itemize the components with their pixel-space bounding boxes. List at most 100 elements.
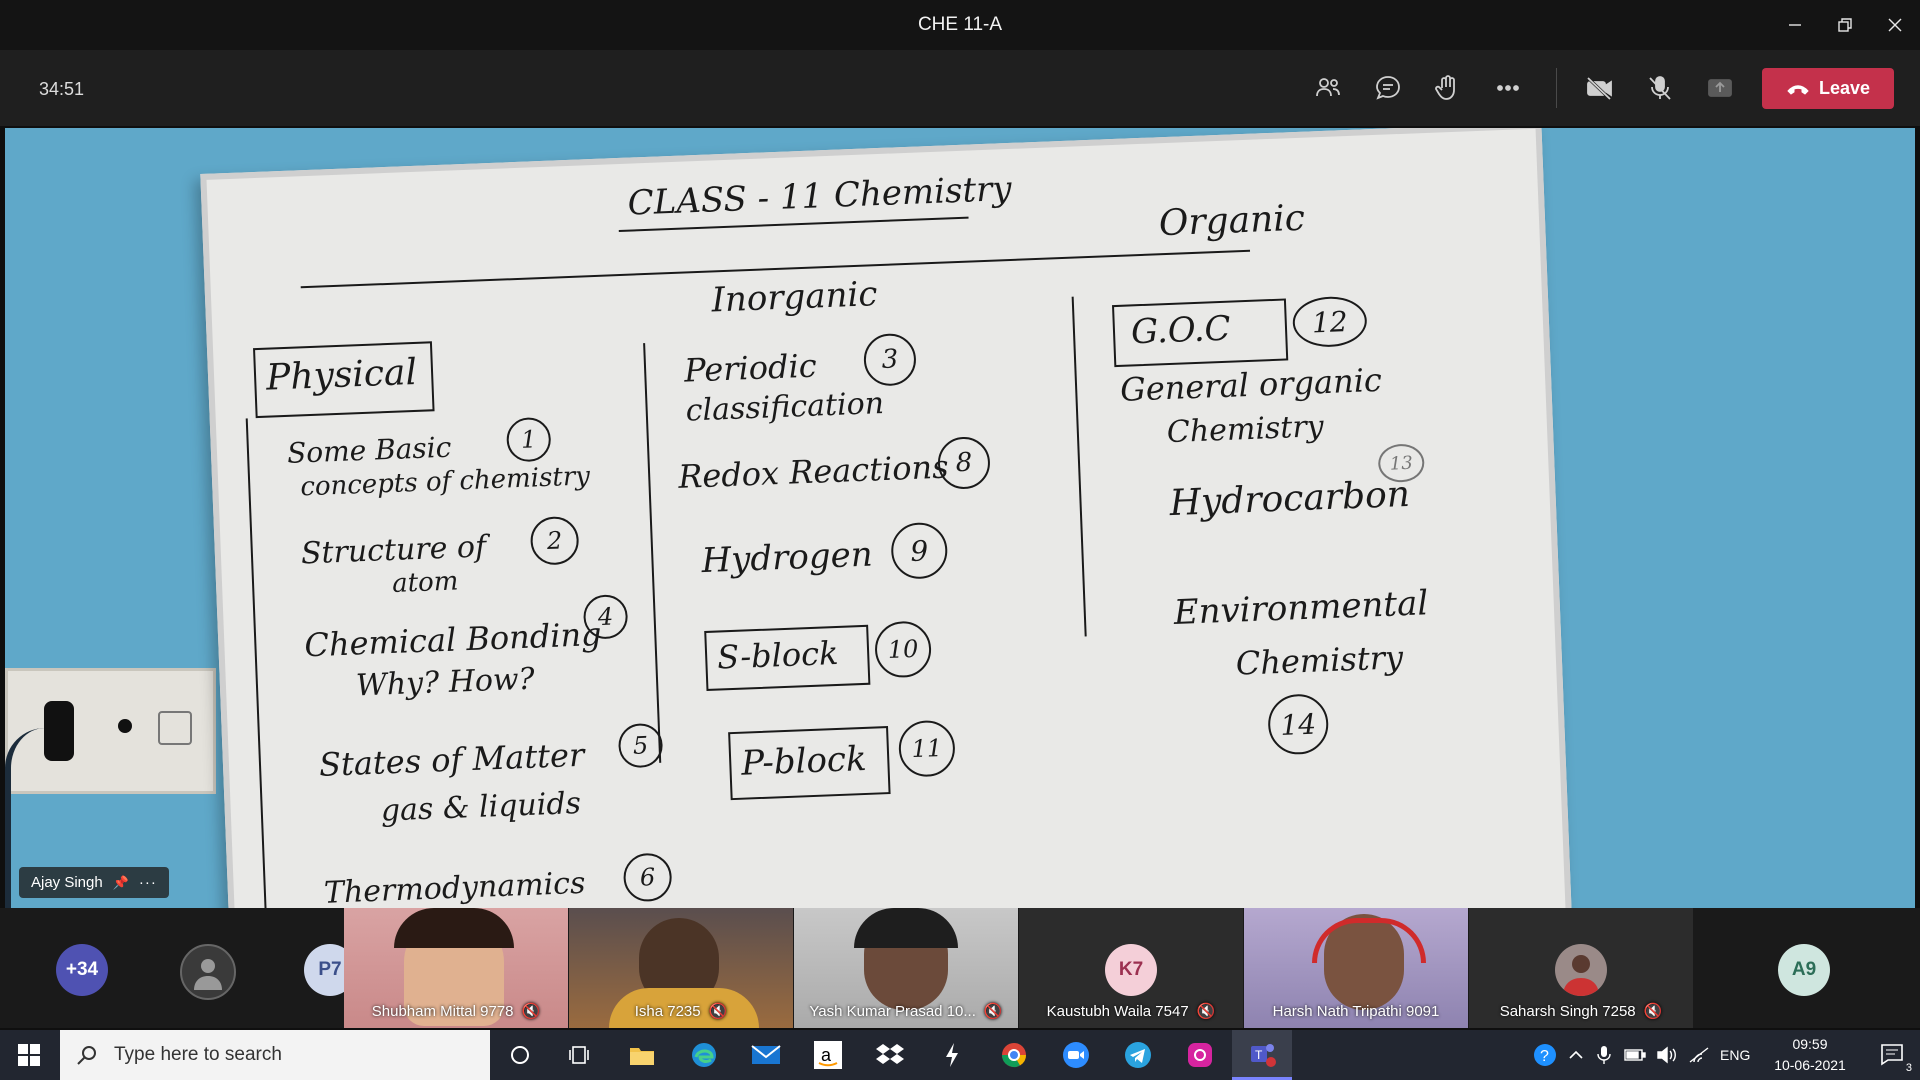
meeting-toolbar: 34:51 Leave (0, 50, 1920, 126)
cortana-icon (511, 1046, 529, 1064)
physical-ch2-cont: atom (391, 566, 459, 599)
organic-heading: Organic (1158, 197, 1306, 245)
amazon-button[interactable]: a (798, 1030, 858, 1080)
mic-toggle-button[interactable] (1638, 66, 1682, 110)
whiteboard: CLASS - 11 Chemistry Inorganic Organic P… (200, 128, 1572, 908)
participant-label: Isha 7235 🔇 (634, 1002, 728, 1021)
organic-ch1: G.O.C (1130, 308, 1232, 353)
leave-label: Leave (1818, 78, 1871, 98)
physical-ch3-cont: Why? How? (355, 661, 536, 704)
participant-tile[interactable]: K7 Kaustubh Waila 7547 🔇 (1019, 908, 1243, 1028)
participant-tile-video[interactable]: Harsh Nath Tripathi 9091 (1244, 908, 1468, 1028)
meeting-timer: 34:51 (39, 79, 85, 99)
physical-ch1: Some Basic (286, 430, 452, 470)
teams-button[interactable]: T (1232, 1030, 1292, 1080)
chapter-number-6: 6 (622, 852, 673, 903)
camera-off-icon (1586, 76, 1612, 101)
participant-tile[interactable]: A9 (1694, 908, 1920, 1028)
amazon-icon: a (814, 1041, 842, 1069)
chapter-number-1: 1 (505, 416, 552, 463)
mic-muted-icon: 🔇 (521, 1003, 541, 1020)
mic-muted-icon: 🔇 (1643, 1003, 1663, 1020)
speaker-name-tag[interactable]: Ajay Singh 📌 ··· (19, 867, 169, 898)
window-titlebar: CHE 11-A (0, 0, 1920, 50)
taskbar-clock[interactable]: 09:59 10-06-2021 (1760, 1034, 1860, 1076)
chat-icon (1376, 76, 1400, 100)
wifi-icon[interactable] (1688, 1046, 1710, 1064)
task-view-button[interactable] (550, 1030, 610, 1080)
participant-label: Kaustubh Waila 7547 🔇 (1046, 1002, 1216, 1021)
clock-time: 09:59 (1792, 1036, 1828, 1052)
instagram-button[interactable] (1170, 1030, 1230, 1080)
physical-ch4: States of Matter (318, 735, 585, 784)
participant-tile-video[interactable]: Yash Kumar Prasad 10... 🔇 (794, 908, 1018, 1028)
restore-button[interactable] (1820, 0, 1870, 50)
inorganic-ch5: P-block (740, 738, 868, 784)
chrome-icon (1002, 1043, 1026, 1068)
share-screen-button[interactable] (1698, 66, 1742, 110)
chat-button[interactable] (1366, 66, 1410, 110)
teams-icon: T (1251, 1043, 1276, 1067)
main-video: CLASS - 11 Chemistry Inorganic Organic P… (5, 128, 1915, 908)
notification-icon (1881, 1044, 1903, 1066)
chevron-up-icon[interactable] (1568, 1047, 1584, 1063)
inorganic-ch1: Periodic (683, 346, 818, 390)
organic-ch3: Environmental (1173, 583, 1429, 633)
physical-ch5: Thermodynamics (323, 865, 587, 908)
telegram-icon (1125, 1042, 1151, 1068)
board-title: CLASS - 11 Chemistry (626, 168, 1013, 224)
leave-button[interactable]: Leave (1762, 68, 1894, 109)
participant-tile[interactable]: Saharsh Singh 7258 🔇 (1469, 908, 1693, 1028)
participant-tile[interactable] (144, 908, 268, 1028)
participant-label: Saharsh Singh 7258 🔇 (1499, 1002, 1663, 1021)
chrome-button[interactable] (984, 1030, 1044, 1080)
telegram-button[interactable] (1108, 1030, 1168, 1080)
notification-center-button[interactable]: 3 (1866, 1030, 1920, 1080)
edge-button[interactable] (674, 1030, 734, 1080)
dropbox-icon (876, 1044, 904, 1064)
chapter-number-2: 2 (529, 515, 580, 566)
inorganic-ch4: S-block (716, 633, 840, 677)
start-button[interactable] (0, 1030, 58, 1080)
taskbar-search[interactable]: Type here to search (60, 1030, 490, 1080)
participant-tile-video[interactable]: Shubham Mittal 9778 🔇 (344, 908, 568, 1028)
more-icon[interactable]: ··· (139, 874, 157, 891)
search-placeholder: Type here to search (114, 1044, 282, 1065)
participant-label: Shubham Mittal 9778 🔇 (371, 1002, 541, 1021)
raise-hand-button[interactable] (1426, 66, 1470, 110)
microphone-icon[interactable] (1596, 1045, 1612, 1065)
inorganic-bracket (643, 343, 662, 763)
organic-ch1-cont: General organic (1119, 360, 1383, 409)
notification-count: 3 (1905, 1062, 1912, 1074)
minimize-button[interactable] (1770, 0, 1820, 50)
participant-tile-video[interactable]: Isha 7235 🔇 (569, 908, 793, 1028)
window-title: CHE 11-A (917, 14, 1003, 35)
inorganic-ch2: Redox Reactions (677, 447, 950, 496)
windows-taskbar: Type here to search a T ? ENG 09:59 10-0… (0, 1030, 1920, 1080)
language-indicator[interactable]: ENG (1720, 1047, 1750, 1063)
chapter-number-9: 9 (890, 521, 949, 580)
avatar (180, 944, 236, 1000)
zoom-button[interactable] (1046, 1030, 1106, 1080)
minimize-icon (1789, 24, 1801, 26)
help-icon[interactable]: ? (1532, 1042, 1558, 1068)
battery-icon[interactable] (1624, 1048, 1646, 1062)
close-button[interactable] (1870, 0, 1920, 50)
camera-toggle-button[interactable] (1578, 66, 1622, 110)
overflow-participants[interactable]: +34 (20, 908, 144, 1028)
dropbox-button[interactable] (860, 1030, 920, 1080)
chapter-number-5: 5 (617, 722, 664, 769)
file-explorer-button[interactable] (612, 1030, 672, 1080)
physical-ch2: Structure of (300, 529, 487, 572)
participants-button[interactable] (1306, 66, 1350, 110)
volume-icon[interactable] (1656, 1046, 1678, 1064)
mic-muted-icon: 🔇 (708, 1003, 728, 1020)
windows-icon (18, 1044, 40, 1066)
search-icon (77, 1046, 96, 1065)
svg-text:a: a (821, 1045, 832, 1065)
mail-button[interactable] (736, 1030, 796, 1080)
task-view-cortana-button[interactable] (490, 1030, 550, 1080)
app-button[interactable] (922, 1030, 982, 1080)
physical-heading: Physical (265, 351, 418, 399)
more-actions-button[interactable] (1486, 66, 1530, 110)
